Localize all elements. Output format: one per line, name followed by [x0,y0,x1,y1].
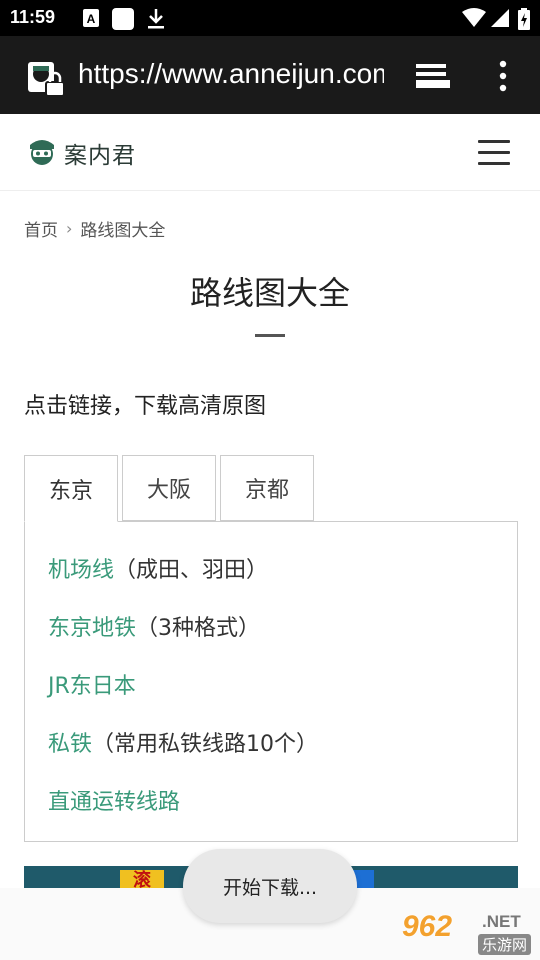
battery-icon [518,8,530,34]
watermark-net: .NET [482,912,521,931]
link-tokyo-metro[interactable]: 东京地铁 [48,616,136,641]
list-item: 私铁（常用私铁线路10个） [48,726,318,758]
download-icon [146,8,166,34]
link-airport-lines[interactable]: 机场线 [48,558,114,583]
A-notification-icon: A [82,8,100,32]
hamburger-menu-icon[interactable] [478,140,510,166]
breadcrumb-home-link[interactable]: 首页 [24,216,58,241]
link-note: （3种格式） [136,616,261,641]
list-item: 直通运转线路 [48,784,180,816]
tab-tokyo[interactable]: 东京 [24,455,118,522]
chevron-right-icon: › [66,219,73,238]
list-item: 东京地铁（3种格式） [48,610,260,642]
logo-icon [28,135,56,171]
wifi-icon [462,8,486,32]
site-logo[interactable]: 案内君 [28,136,136,170]
city-tabs: 东京 大阪 京都 [24,455,318,522]
list-item: 机场线（成田、羽田） [48,552,268,584]
title-divider [255,334,285,337]
link-note: （常用私铁线路10个） [92,732,319,757]
status-bar: 11:59 A [0,0,540,36]
overflow-menu-icon[interactable] [498,60,508,96]
breadcrumb: 首页 › 路线图大全 [24,216,165,241]
watermark-number: 962 [402,910,453,943]
browser-toolbar: https://www.anneijun.com [0,36,540,114]
link-through-service[interactable]: 直通运转线路 [48,790,180,815]
status-time: 11:59 [10,7,56,27]
app-notification-icon [112,8,134,34]
intro-text: 点击链接，下载高清原图 [24,394,267,419]
site-header: 案内君 [0,114,540,191]
watermark-site: 乐游网 [478,934,532,955]
breadcrumb-current: 路线图大全 [80,221,166,241]
tab-osaka[interactable]: 大阪 [122,455,216,521]
logo-text: 案内君 [64,143,136,169]
list-item: JR东日本 [48,668,136,700]
link-jr-east[interactable]: JR东日本 [48,674,136,699]
link-note: （成田、羽田） [114,558,269,583]
url-field[interactable]: https://www.anneijun.com [78,58,384,90]
svg-text:A: A [87,12,96,26]
site-lock-icon[interactable] [26,58,66,102]
page-title: 路线图大全 [189,274,350,312]
tabs-icon[interactable] [414,62,450,94]
link-private-railways[interactable]: 私铁 [48,732,92,757]
download-toast: 开始下载... [183,849,357,923]
watermark-logo: 962 .NET 乐游网 [402,910,534,956]
banner-sticker: 滚 [120,870,164,888]
tab-panel: 机场线（成田、羽田） 东京地铁（3种格式） JR东日本 私铁（常用私铁线路10个… [24,521,518,842]
signal-icon [490,8,510,32]
tab-kyoto[interactable]: 京都 [220,455,314,521]
